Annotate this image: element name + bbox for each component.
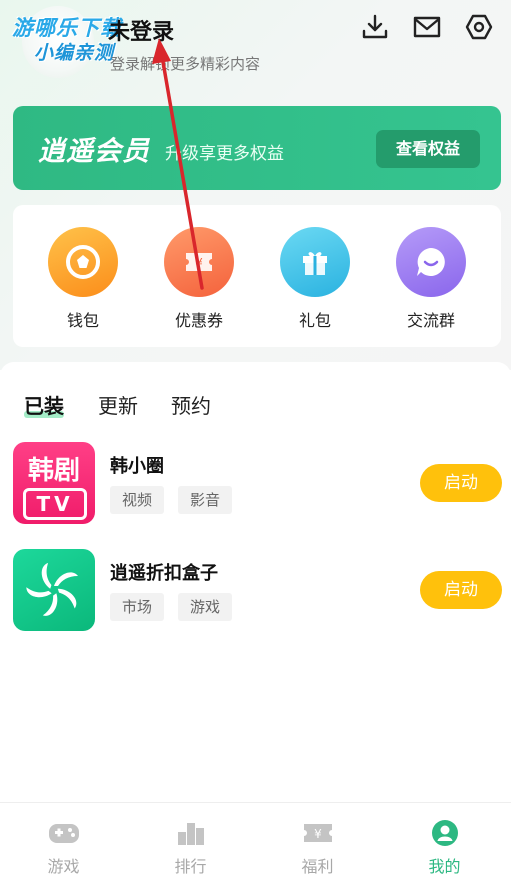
vip-subtitle: 升级享更多权益 <box>165 144 284 164</box>
installed-apps-panel: 已装 更新 预约 韩剧 TV 韩小圈 视频 影音 启动 逍遥折扣盒子 市场 游戏… <box>0 362 511 802</box>
app-name: 逍遥折扣盒子 <box>110 563 218 584</box>
quick-link-chat-group[interactable]: 交流群 <box>386 227 476 331</box>
hanju-tv-app-icon: 韩剧 TV <box>13 442 95 524</box>
mail-icon[interactable] <box>412 12 442 42</box>
quick-link-wallet[interactable]: 钱包 <box>38 227 128 331</box>
app-tag: 视频 <box>110 486 165 514</box>
app-tag: 影音 <box>178 486 233 514</box>
launch-button[interactable]: 启动 <box>420 571 502 609</box>
tab-reservations[interactable]: 预约 <box>171 390 211 419</box>
tab-updates[interactable]: 更新 <box>98 390 138 419</box>
app-tag: 市场 <box>110 593 165 621</box>
gamepad-icon <box>48 819 80 847</box>
svg-text:¥: ¥ <box>195 256 203 270</box>
download-icon[interactable] <box>360 12 390 42</box>
nav-tab-mine[interactable]: 我的 <box>381 803 508 876</box>
bottom-nav: 游戏 排行 ¥ 福利 我的 <box>0 802 511 876</box>
settings-icon[interactable] <box>464 12 494 42</box>
app-name: 韩小圈 <box>110 456 164 477</box>
login-title[interactable]: 未登录 <box>108 14 174 46</box>
wallet-icon <box>48 227 118 297</box>
tab-installed[interactable]: 已装 <box>24 390 64 419</box>
quick-link-coupon[interactable]: ¥ 优惠券 <box>154 227 244 331</box>
chat-icon <box>396 227 466 297</box>
welfare-ticket-icon: ¥ <box>302 819 334 847</box>
login-subtitle[interactable]: 登录解锁更多精彩内容 <box>110 53 260 74</box>
quick-link-gift[interactable]: 礼包 <box>270 227 360 331</box>
list-item[interactable]: 逍遥折扣盒子 市场 游戏 启动 <box>0 549 511 633</box>
nav-tab-games[interactable]: 游戏 <box>0 803 127 876</box>
nav-tab-ranking[interactable]: 排行 <box>127 803 254 876</box>
coupon-icon: ¥ <box>164 227 234 297</box>
svg-text:¥: ¥ <box>314 827 322 841</box>
xiaoyao-discount-app-icon <box>13 549 95 631</box>
app-tag: 游戏 <box>178 593 233 621</box>
vip-title: 逍遥会员 <box>38 136 150 167</box>
launch-button[interactable]: 启动 <box>420 464 502 502</box>
profile-icon <box>429 819 461 847</box>
quick-links-card: 钱包 ¥ 优惠券 礼包 交流群 <box>13 205 501 347</box>
gift-icon <box>280 227 350 297</box>
ranking-icon <box>175 819 207 847</box>
view-benefits-button[interactable]: 查看权益 <box>376 130 480 168</box>
nav-tab-welfare[interactable]: ¥ 福利 <box>254 803 381 876</box>
list-item[interactable]: 韩剧 TV 韩小圈 视频 影音 启动 <box>0 442 511 526</box>
vip-banner[interactable]: 逍遥会员 升级享更多权益 查看权益 <box>13 106 501 190</box>
